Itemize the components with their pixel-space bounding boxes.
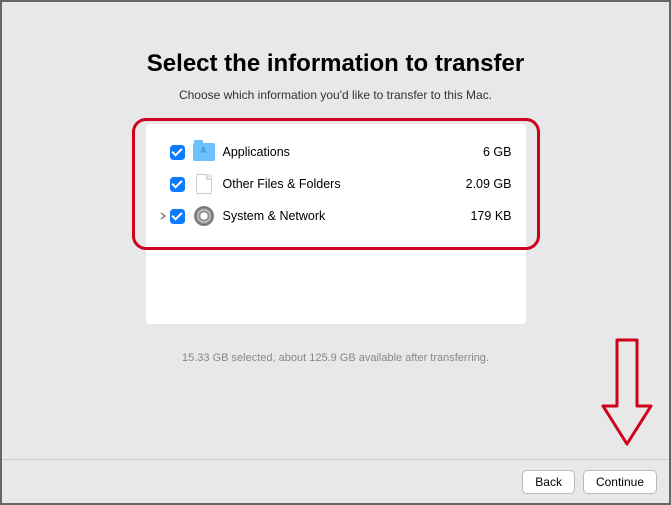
list-item[interactable]: Other Files & Folders 2.09 GB xyxy=(146,168,526,200)
list-item[interactable]: System & Network 179 KB xyxy=(146,200,526,232)
page-title: Select the information to transfer xyxy=(2,50,669,78)
status-text: 15.33 GB selected, about 125.9 GB availa… xyxy=(2,352,669,364)
continue-button[interactable]: Continue xyxy=(583,470,657,494)
page-subtitle: Choose which information you'd like to t… xyxy=(2,88,669,102)
checkbox-applications[interactable] xyxy=(170,145,185,160)
item-label: Other Files & Folders xyxy=(223,177,466,191)
footer-bar: Back Continue xyxy=(2,459,669,503)
item-size: 6 GB xyxy=(483,145,512,159)
gear-icon xyxy=(194,206,214,226)
file-icon xyxy=(196,174,212,194)
checkbox-system-network[interactable] xyxy=(170,209,185,224)
item-size: 179 KB xyxy=(470,209,511,223)
item-size: 2.09 GB xyxy=(466,177,512,191)
checkbox-other-files[interactable] xyxy=(170,177,185,192)
transfer-list: Applications 6 GB Other Files & Folders … xyxy=(146,124,526,324)
list-item[interactable]: Applications 6 GB xyxy=(146,136,526,168)
folder-icon xyxy=(193,143,215,161)
item-label: Applications xyxy=(223,145,484,159)
back-button[interactable]: Back xyxy=(522,470,575,494)
chevron-right-icon[interactable] xyxy=(156,212,170,220)
item-label: System & Network xyxy=(223,209,471,223)
